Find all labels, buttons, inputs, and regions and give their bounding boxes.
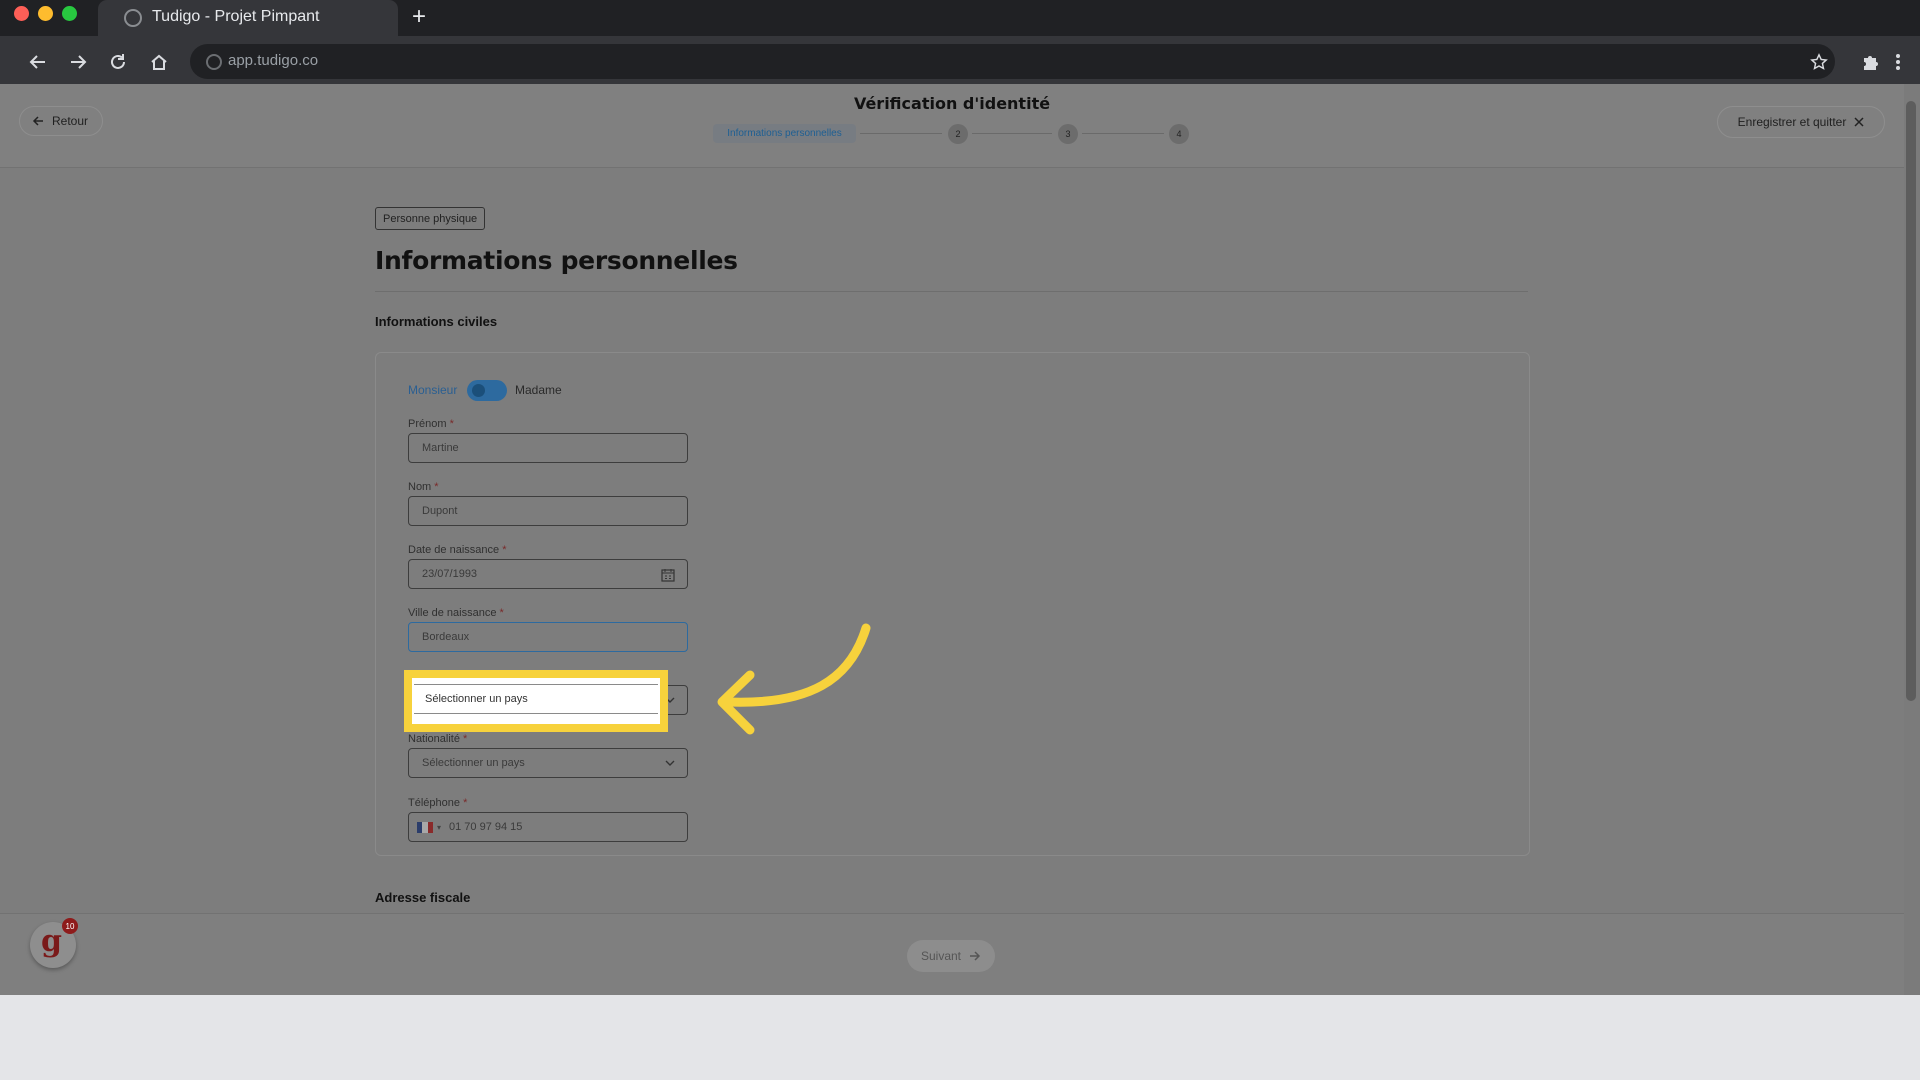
- last-name-label: Nom *: [408, 481, 439, 493]
- bookmark-button[interactable]: [1805, 48, 1833, 76]
- nationality-label-text: Nationalité: [408, 733, 460, 745]
- arrow-right-icon: [71, 55, 87, 69]
- scrollbar-thumb[interactable]: [1906, 101, 1916, 701]
- birth-country-placeholder: Sélectionner un pays: [414, 684, 658, 714]
- person-type-badge: Personne physique: [375, 207, 486, 230]
- civil-info-card: [375, 352, 1530, 856]
- last-name-label-text: Nom: [408, 481, 432, 493]
- kebab-menu-icon: [1896, 54, 1900, 70]
- required-mark: *: [434, 481, 439, 493]
- birth-date-value: 23/07/1993: [422, 568, 478, 580]
- required-mark: *: [463, 733, 468, 745]
- step-1: Informations personnelles: [713, 124, 856, 143]
- birth-date-label: Date de naissance *: [408, 544, 506, 556]
- france-flag-icon[interactable]: [417, 821, 433, 833]
- notification-count-badge: 10: [62, 918, 78, 934]
- gender-option-monsieur[interactable]: Monsieur: [408, 383, 457, 397]
- birth-date-input[interactable]: 23/07/1993: [408, 559, 688, 589]
- phone-input[interactable]: ▾ 01 70 97 94 15: [408, 812, 688, 842]
- forward-nav-button[interactable]: [64, 48, 92, 76]
- home-icon: [151, 54, 167, 70]
- nationality-select[interactable]: Sélectionner un pays: [408, 748, 688, 778]
- curved-arrow-icon: [717, 623, 871, 735]
- birth-city-label: Ville de naissance *: [408, 607, 504, 619]
- save-and-quit-label: Enregistrer et quitter: [1737, 115, 1847, 129]
- extensions-button[interactable]: [1856, 48, 1884, 76]
- section-heading-civil: Informations civiles: [375, 314, 498, 329]
- close-window-button[interactable]: [14, 6, 29, 21]
- title-divider: [375, 291, 1528, 292]
- last-name-input[interactable]: Dupont: [408, 496, 688, 526]
- required-mark: *: [499, 607, 504, 619]
- minimize-window-button[interactable]: [38, 6, 53, 21]
- gamification-widget[interactable]: g 10: [30, 918, 78, 968]
- first-name-input[interactable]: Martine: [408, 433, 688, 463]
- arrow-right-icon: [970, 951, 981, 961]
- birth-city-input[interactable]: Bordeaux: [408, 622, 688, 652]
- zoom-window-button[interactable]: [62, 6, 77, 21]
- gender-toggle[interactable]: [467, 380, 507, 401]
- step-2: 2: [948, 124, 968, 144]
- url-text: app.tudigo.co: [228, 52, 319, 69]
- step-connector: [972, 133, 1052, 134]
- birth-date-label-text: Date de naissance: [408, 544, 500, 556]
- step-connector: [860, 133, 942, 134]
- reload-button[interactable]: [104, 48, 132, 76]
- nationality-label: Nationalité *: [408, 733, 467, 745]
- reload-icon: [111, 54, 125, 69]
- browser-tab[interactable]: Tudigo - Projet Pimpant: [98, 0, 398, 36]
- address-bar[interactable]: app.tudigo.co: [190, 44, 1835, 79]
- required-mark: *: [502, 544, 507, 556]
- widget-logo: g: [41, 924, 62, 959]
- close-icon: [1854, 117, 1864, 127]
- tab-title: Tudigo - Projet Pimpant: [152, 8, 320, 25]
- home-button[interactable]: [145, 48, 173, 76]
- step-3: 3: [1058, 124, 1078, 144]
- arrow-left-icon: [29, 55, 45, 69]
- browser-menu-button[interactable]: [1888, 48, 1908, 76]
- step-4: 4: [1169, 124, 1189, 144]
- section-heading-address: Adresse fiscale: [375, 890, 471, 905]
- gender-option-madame[interactable]: Madame: [515, 383, 562, 397]
- puzzle-icon: [1864, 56, 1878, 70]
- next-button[interactable]: Suivant: [907, 940, 995, 972]
- phone-label-text: Téléphone: [408, 797, 460, 809]
- nationality-placeholder: Sélectionner un pays: [422, 757, 525, 769]
- page-viewport: Retour Vérification d'identité Informati…: [0, 84, 1904, 995]
- toggle-knob: [472, 384, 485, 397]
- step-connector: [1082, 133, 1164, 134]
- chevron-down-icon: [665, 760, 675, 766]
- first-name-label-text: Prénom: [408, 418, 447, 430]
- calendar-icon[interactable]: [661, 568, 675, 582]
- phone-label: Téléphone *: [408, 797, 467, 809]
- birth-city-label-text: Ville de naissance: [408, 607, 497, 619]
- highlighted-birth-country-field[interactable]: Sélectionner un pays: [404, 670, 668, 732]
- site-info-icon[interactable]: [206, 54, 222, 70]
- new-tab-button[interactable]: +: [405, 3, 433, 31]
- country-code-caret-icon[interactable]: ▾: [437, 823, 441, 832]
- page-title: Informations personnelles: [375, 246, 738, 275]
- phone-value: 01 70 97 94 15: [449, 821, 523, 833]
- back-button-label: Retour: [52, 114, 89, 128]
- page-header-title: Vérification d'identité: [853, 94, 1051, 113]
- required-mark: *: [449, 418, 454, 430]
- arrow-left-icon: [32, 116, 43, 126]
- star-icon: [1810, 53, 1828, 70]
- back-nav-button[interactable]: [24, 48, 52, 76]
- globe-icon: [124, 9, 142, 27]
- first-name-label: Prénom *: [408, 418, 454, 430]
- required-mark: *: [463, 797, 468, 809]
- save-and-quit-button[interactable]: Enregistrer et quitter: [1717, 106, 1885, 138]
- next-button-label: Suivant: [920, 949, 962, 963]
